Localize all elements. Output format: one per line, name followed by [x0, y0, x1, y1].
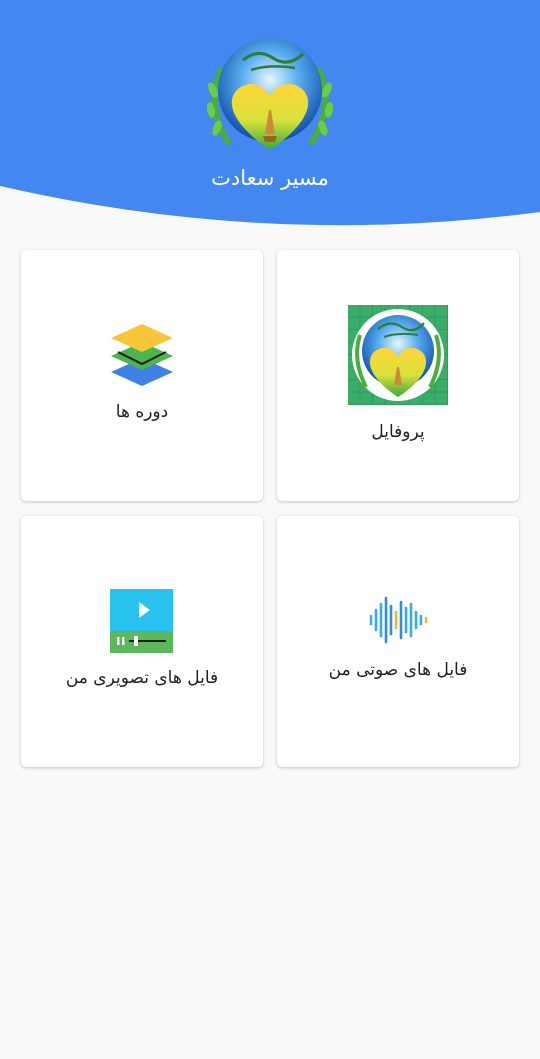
audio-files-card[interactable]: فایل های صوتی من	[277, 516, 519, 767]
video-player-icon	[110, 589, 173, 653]
courses-card[interactable]: دوره ها	[21, 250, 263, 501]
courses-card-label: دوره ها	[115, 402, 169, 422]
video-files-card-label: فایل های تصویری من	[65, 668, 219, 688]
app-title: مسیر سعادت	[211, 166, 329, 190]
heart-prayer-logo-icon	[206, 38, 334, 150]
video-files-card[interactable]: فایل های تصویری من	[21, 516, 263, 767]
app-header: مسیر سعادت	[0, 0, 540, 230]
sound-wave-icon	[369, 596, 428, 644]
profile-logo-icon	[348, 305, 448, 405]
audio-files-card-label: فایل های صوتی من	[328, 660, 468, 680]
profile-card-label: پروفایل	[371, 422, 425, 442]
layers-icon	[111, 324, 173, 386]
profile-card[interactable]: پروفایل	[277, 250, 519, 501]
